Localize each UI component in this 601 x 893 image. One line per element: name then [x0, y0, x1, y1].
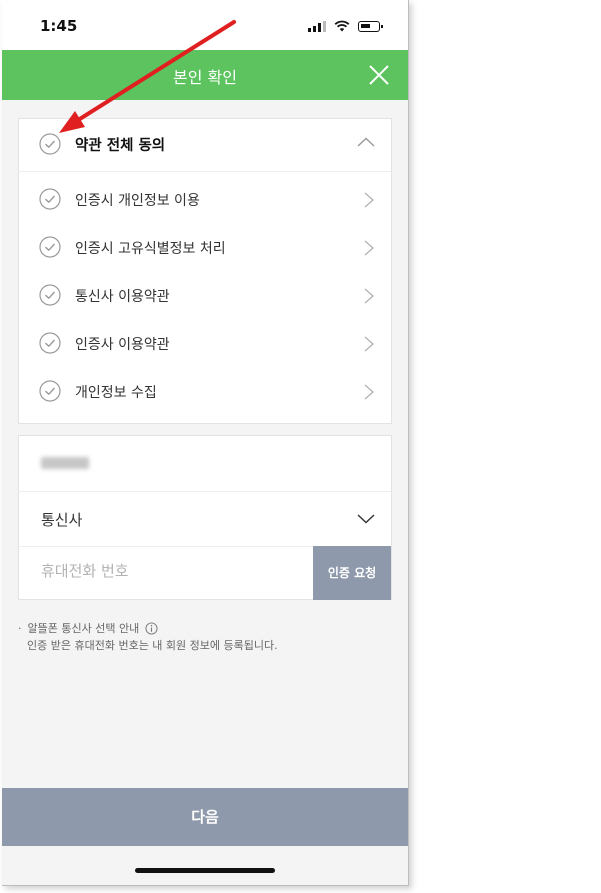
verify-request-button[interactable]: 인증 요청: [313, 546, 391, 600]
status-bar: 1:45: [2, 0, 408, 50]
chevron-right-icon[interactable]: [363, 240, 375, 256]
chevron-right-icon[interactable]: [363, 192, 375, 208]
notice-text: 인증 받은 휴대전화 번호는 내 회원 정보에 등록됩니다.: [27, 639, 278, 652]
check-circle-icon[interactable]: [39, 188, 61, 210]
close-icon[interactable]: [368, 64, 390, 86]
carrier-select[interactable]: 통신사: [19, 491, 391, 547]
name-field[interactable]: [19, 436, 391, 492]
bullet: ·: [18, 622, 22, 635]
agreement-item-carrier-terms[interactable]: 통신사 이용약관: [19, 272, 391, 320]
check-circle-icon[interactable]: [39, 332, 61, 354]
agreement-item-personal-info-use[interactable]: 인증시 개인정보 이용: [19, 176, 391, 224]
chevron-right-icon[interactable]: [363, 288, 375, 304]
agreement-item-label: 개인정보 수집: [75, 385, 157, 401]
mvno-notice-link[interactable]: 알뜰폰 통신사 선택 안내: [28, 620, 140, 637]
check-circle-icon[interactable]: [39, 380, 61, 402]
battery-icon: [358, 21, 383, 32]
chevron-right-icon[interactable]: [363, 336, 375, 352]
signal-icon: [308, 21, 326, 32]
chevron-down-icon[interactable]: [357, 514, 375, 524]
agreement-card: 약관 전체 동의 인증시 개인정보 이용 인증시 고유식별정보 처리 통신사 이…: [18, 118, 392, 424]
status-time: 1:45: [40, 17, 78, 35]
carrier-label: 통신사: [41, 511, 83, 529]
next-button[interactable]: 다음: [2, 788, 408, 846]
check-circle-icon[interactable]: [39, 133, 61, 155]
notice: · 알뜰폰 통신사 선택 안내 인증 받은 휴대전화 번호는 내 회원 정보에 …: [18, 620, 278, 654]
agreement-item-info-collection[interactable]: 개인정보 수집: [19, 368, 391, 416]
check-circle-icon[interactable]: [39, 284, 61, 306]
home-indicator: [135, 868, 275, 873]
wifi-icon: [334, 20, 350, 32]
phone-field-row: 인증 요청: [19, 546, 391, 600]
agreement-item-label: 통신사 이용약관: [75, 289, 170, 305]
agreement-item-label: 인증사 이용약관: [75, 337, 170, 353]
blurred-name: [41, 457, 89, 469]
agree-all-label: 약관 전체 동의: [75, 138, 166, 154]
agreement-item-unique-id[interactable]: 인증시 고유식별정보 처리: [19, 224, 391, 272]
status-icons: [308, 20, 383, 32]
phone-screen: 1:45 본인 확인 약관 전체 동의 인증시 개인정보 이용 인증시 고유식별…: [2, 0, 409, 886]
header-bar: 본인 확인: [2, 50, 408, 100]
agreement-item-label: 인증시 고유식별정보 처리: [75, 241, 226, 257]
info-icon[interactable]: [145, 622, 158, 635]
check-circle-icon[interactable]: [39, 236, 61, 258]
chevron-right-icon[interactable]: [363, 384, 375, 400]
verification-form: 통신사 인증 요청: [18, 435, 392, 600]
page-title: 본인 확인: [173, 68, 237, 87]
agree-all-row[interactable]: 약관 전체 동의: [19, 119, 391, 172]
phone-number-input[interactable]: [41, 562, 291, 580]
chevron-up-icon[interactable]: [357, 137, 375, 147]
agreement-item-verifier-terms[interactable]: 인증사 이용약관: [19, 320, 391, 368]
agreement-item-label: 인증시 개인정보 이용: [75, 193, 200, 209]
